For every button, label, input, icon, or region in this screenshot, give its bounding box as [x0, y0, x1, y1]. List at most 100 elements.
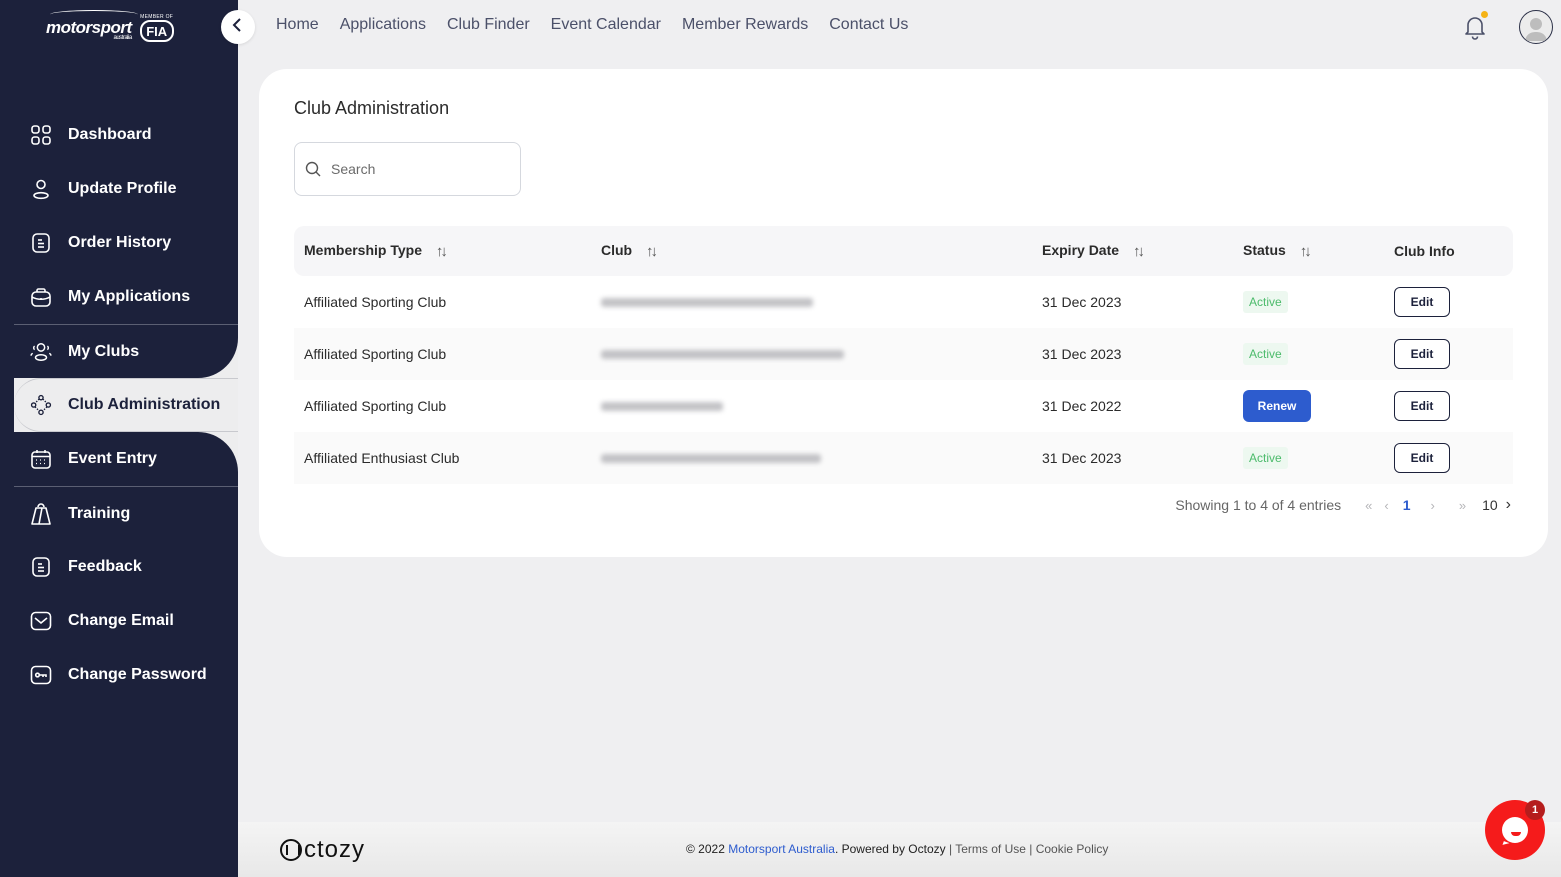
bag-icon	[30, 502, 52, 525]
sidebar-collapse-button[interactable]	[221, 10, 255, 44]
cell-membership-type: Affiliated Sporting Club	[304, 294, 447, 310]
sort-icon[interactable]: ↑↓	[1300, 243, 1312, 260]
status-badge: Active	[1243, 447, 1288, 469]
sidebar-item-label: Change Email	[68, 612, 174, 629]
chat-widget-button[interactable]: 1	[1485, 800, 1545, 860]
network-icon	[30, 394, 52, 416]
sidebar-item-order-history[interactable]: Order History	[14, 216, 238, 270]
sidebar-nav: Dashboard Update Profile Order History M…	[14, 108, 238, 702]
sidebar-item-training[interactable]: Training	[14, 486, 238, 540]
cookie-policy-link[interactable]: Cookie Policy	[1036, 842, 1109, 856]
cell-club-blurred	[591, 453, 1032, 463]
sidebar-item-label: Training	[68, 504, 131, 522]
sidebar-active-group: My Clubs Club Administration Event Entry	[14, 324, 238, 486]
document-icon	[30, 232, 52, 254]
sort-icon[interactable]: ↑↓	[646, 243, 658, 260]
sidebar-item-dashboard[interactable]: Dashboard	[14, 108, 238, 162]
sidebar-item-feedback[interactable]: Feedback	[14, 540, 238, 594]
sort-icon[interactable]: ↑↓	[436, 243, 448, 260]
page-size-value[interactable]: 10	[1482, 497, 1498, 513]
prev-page-button[interactable]: ‹	[1384, 498, 1388, 513]
cell-club-info: Edit	[1384, 339, 1513, 369]
sidebar-item-label: Update Profile	[68, 180, 177, 197]
blurred-club-name	[601, 349, 844, 359]
cell-club-blurred	[591, 349, 1032, 359]
sidebar-item-change-email[interactable]: Change Email	[14, 594, 238, 648]
column-label: Expiry Date	[1042, 242, 1120, 258]
footer: ctozy © 2022 Motorsport Australia. Power…	[238, 822, 1561, 877]
sidebar-item-label: Change Password	[68, 666, 207, 683]
topnav-event-calendar[interactable]: Event Calendar	[551, 16, 661, 34]
pagination-info: Showing 1 to 4 of 4 entries	[1175, 497, 1342, 513]
sidebar-item-my-clubs[interactable]: My Clubs	[14, 324, 238, 378]
fia-badge: MEMBER OF FIA	[139, 14, 174, 42]
chat-unread-badge: 1	[1525, 800, 1545, 820]
edit-button[interactable]: Edit	[1394, 287, 1450, 317]
renew-button[interactable]: Renew	[1243, 390, 1311, 422]
bell-icon	[1463, 17, 1487, 44]
sidebar-item-label: Event Entry	[68, 450, 157, 467]
top-navigation: Home Applications Club Finder Event Cale…	[276, 16, 908, 34]
topnav-member-rewards[interactable]: Member Rewards	[682, 16, 808, 34]
octozy-logo-mark	[280, 839, 302, 861]
column-header-club-info: Club Info	[1384, 243, 1513, 259]
topnav-club-finder[interactable]: Club Finder	[447, 16, 530, 34]
sort-icon[interactable]: ↑↓	[1133, 243, 1145, 260]
motorsport-australia-logo[interactable]: motorsport australia MEMBER OF FIA	[46, 10, 174, 46]
octozy-logo-text: ctozy	[304, 836, 366, 863]
sidebar-item-change-password[interactable]: Change Password	[14, 648, 238, 702]
topnav-home[interactable]: Home	[276, 16, 319, 34]
cell-club-info: Edit	[1384, 391, 1513, 421]
current-page[interactable]: 1	[1403, 497, 1411, 513]
edit-button[interactable]: Edit	[1394, 339, 1450, 369]
column-header-club[interactable]: Club ↑↓	[591, 242, 1032, 260]
sidebar-item-label: Dashboard	[68, 126, 152, 143]
sidebar-item-event-entry[interactable]: Event Entry	[14, 432, 238, 486]
chat-bubble-icon	[1502, 817, 1528, 843]
key-icon	[30, 664, 52, 686]
sidebar-item-label: Feedback	[68, 558, 142, 575]
avatar-placeholder-icon	[1525, 18, 1547, 41]
octozy-logo: ctozy	[280, 836, 365, 864]
separator: |	[945, 842, 956, 856]
column-header-membership-type[interactable]: Membership Type ↑↓	[294, 242, 591, 260]
edit-button[interactable]: Edit	[1394, 391, 1450, 421]
column-header-status[interactable]: Status ↑↓	[1233, 242, 1384, 260]
topnav-contact-us[interactable]: Contact Us	[829, 16, 908, 34]
cell-membership-type: Affiliated Enthusiast Club	[304, 450, 460, 466]
club-table: Membership Type ↑↓ Club ↑↓ Expiry Date ↑…	[294, 226, 1513, 484]
search-icon	[305, 161, 321, 177]
edit-button[interactable]: Edit	[1394, 443, 1450, 473]
sidebar-item-my-applications[interactable]: My Applications	[14, 270, 238, 324]
notifications-button[interactable]	[1463, 11, 1488, 40]
cell-expiry-date: 31 Dec 2023	[1042, 346, 1122, 362]
table-row: Affiliated Sporting Club 31 Dec 2023 Act…	[294, 328, 1513, 380]
pagination: Showing 1 to 4 of 4 entries « ‹ 1 › » 10…	[1175, 496, 1511, 514]
logo-subtext: australia	[113, 35, 132, 41]
page-size-chevron-icon[interactable]: ›	[1506, 496, 1511, 514]
next-page-button[interactable]: ›	[1431, 498, 1435, 513]
club-administration-card: Club Administration Membership Type ↑↓ C…	[259, 69, 1548, 557]
search-input[interactable]	[331, 161, 501, 177]
last-page-button[interactable]: »	[1459, 498, 1466, 513]
cell-expiry-date: 31 Dec 2023	[1042, 450, 1122, 466]
search-box	[294, 142, 521, 196]
first-page-button[interactable]: «	[1365, 498, 1372, 513]
user-avatar[interactable]	[1519, 10, 1553, 44]
blurred-club-name	[601, 401, 723, 411]
column-header-expiry-date[interactable]: Expiry Date ↑↓	[1032, 242, 1233, 260]
notification-dot	[1481, 11, 1488, 18]
sidebar-item-label: My Applications	[68, 288, 191, 305]
cell-expiry-date: 31 Dec 2022	[1042, 398, 1122, 414]
table-row: Affiliated Sporting Club 31 Dec 2022 Ren…	[294, 380, 1513, 432]
fia-logo: FIA	[139, 20, 174, 42]
motorsport-australia-link[interactable]: Motorsport Australia	[728, 842, 835, 856]
sidebar-item-club-administration[interactable]: Club Administration	[14, 378, 238, 432]
sidebar-item-label: My Clubs	[68, 342, 140, 360]
page-title: Club Administration	[294, 98, 450, 118]
sidebar-item-label: Order History	[68, 234, 172, 251]
sidebar-item-update-profile[interactable]: Update Profile	[14, 162, 238, 216]
topnav-applications[interactable]: Applications	[340, 16, 426, 34]
cell-club-blurred	[591, 297, 1032, 307]
terms-of-use-link[interactable]: Terms of Use	[955, 842, 1026, 856]
